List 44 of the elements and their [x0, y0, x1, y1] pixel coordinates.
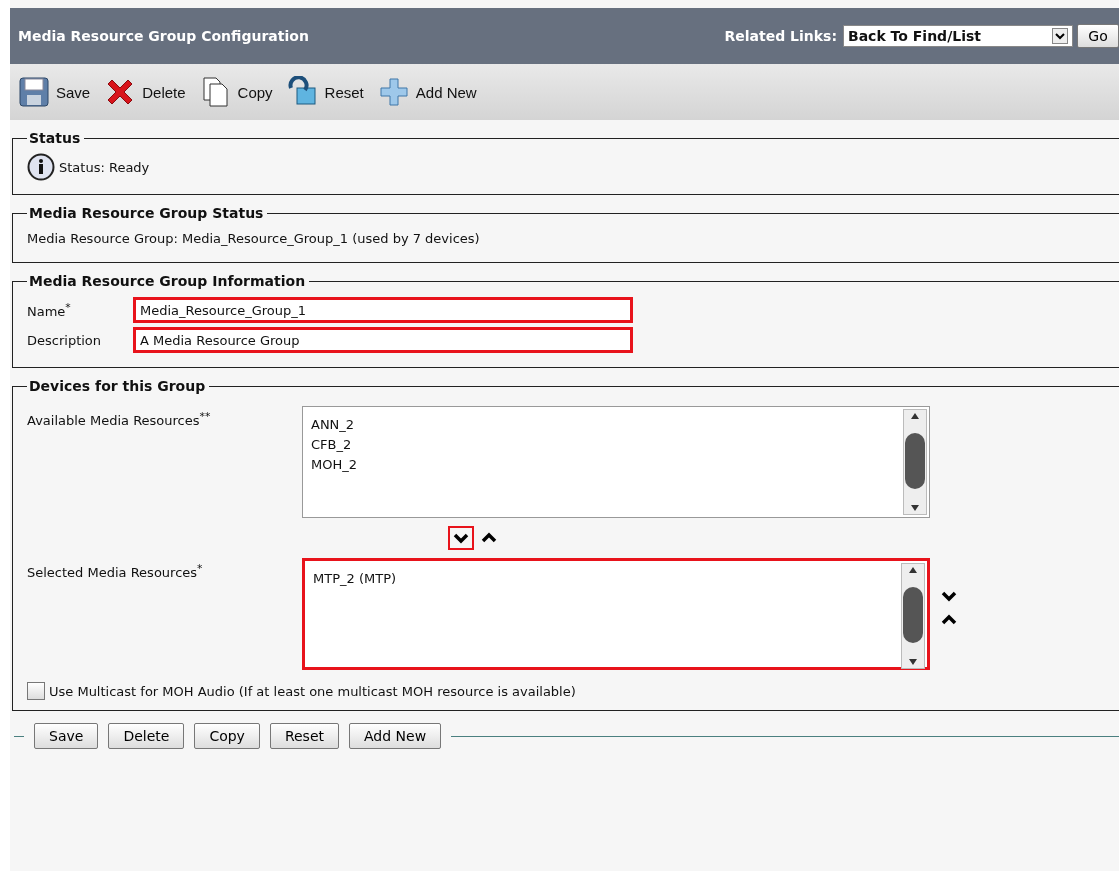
form-button[interactable]: Save [34, 723, 99, 749]
toolbar-button[interactable]: Reset [286, 76, 372, 108]
form-button[interactable]: Delete [108, 723, 185, 749]
chevron-icon [453, 532, 469, 544]
toolbar-button[interactable]: Save [18, 76, 99, 108]
checkbox-label: Use Multicast for MOH Audio (If at least one multicast MOH resource is available) [49, 683, 576, 699]
info-icon [27, 153, 55, 181]
list-item[interactable]: MTP_2 (MTP) [313, 569, 397, 589]
page-title: Media Resource Group Configuration [18, 28, 310, 44]
chevron-icon [941, 614, 957, 626]
list-item[interactable]: ANN_2 [311, 415, 357, 435]
list-box[interactable]: ANN_2 CFB_2 MOH_2 [302, 406, 930, 518]
list-item[interactable]: MOH_2 [311, 455, 357, 475]
list-box[interactable]: MTP_2 (MTP) [302, 558, 930, 670]
field-label: Selected Media Resources$^{*}$ [27, 561, 204, 581]
text-field[interactable]: A Media Resource Group [133, 327, 633, 353]
form-button[interactable]: Copy [194, 723, 260, 749]
field-label: Available Media Resources$^{**}$ [27, 409, 212, 429]
field-label: Description [27, 332, 103, 348]
list-item[interactable]: CFB_2 [311, 435, 357, 455]
move-button[interactable] [448, 526, 474, 550]
form-button[interactable]: Reset [269, 723, 339, 749]
section-title: Devices for this Group [28, 378, 207, 394]
related-links-label: Related Links: [724, 28, 837, 44]
toolbar-button[interactable]: Add New [377, 76, 485, 108]
field-label: Name$^{*}$ [27, 300, 72, 320]
text-field[interactable]: Media_Resource_Group_1 [133, 297, 633, 323]
scrollbar[interactable] [903, 409, 927, 515]
checkbox[interactable] [27, 682, 45, 700]
go-button[interactable]: Go [1077, 24, 1119, 48]
toolbar-button[interactable]: Delete [104, 76, 194, 108]
reset-icon [286, 76, 319, 108]
status-message: Status: Ready [59, 159, 150, 175]
section-title: Media Resource Group Status [28, 205, 265, 221]
section-title: Media Resource Group Information [28, 273, 307, 289]
plus-icon [377, 76, 410, 108]
form-button[interactable]: Add New [349, 723, 442, 749]
section-title: Status [28, 130, 82, 146]
group-status-text: Media Resource Group: Media_Resource_Group_1 (used by 7 devices) [27, 230, 481, 248]
scrollbar[interactable] [901, 563, 925, 669]
chevron-icon [941, 590, 957, 602]
related-links-dropdown[interactable]: Back To Find/List [843, 25, 1073, 47]
toolbar-button[interactable]: Copy [199, 76, 281, 108]
chevron-icon [481, 532, 497, 544]
